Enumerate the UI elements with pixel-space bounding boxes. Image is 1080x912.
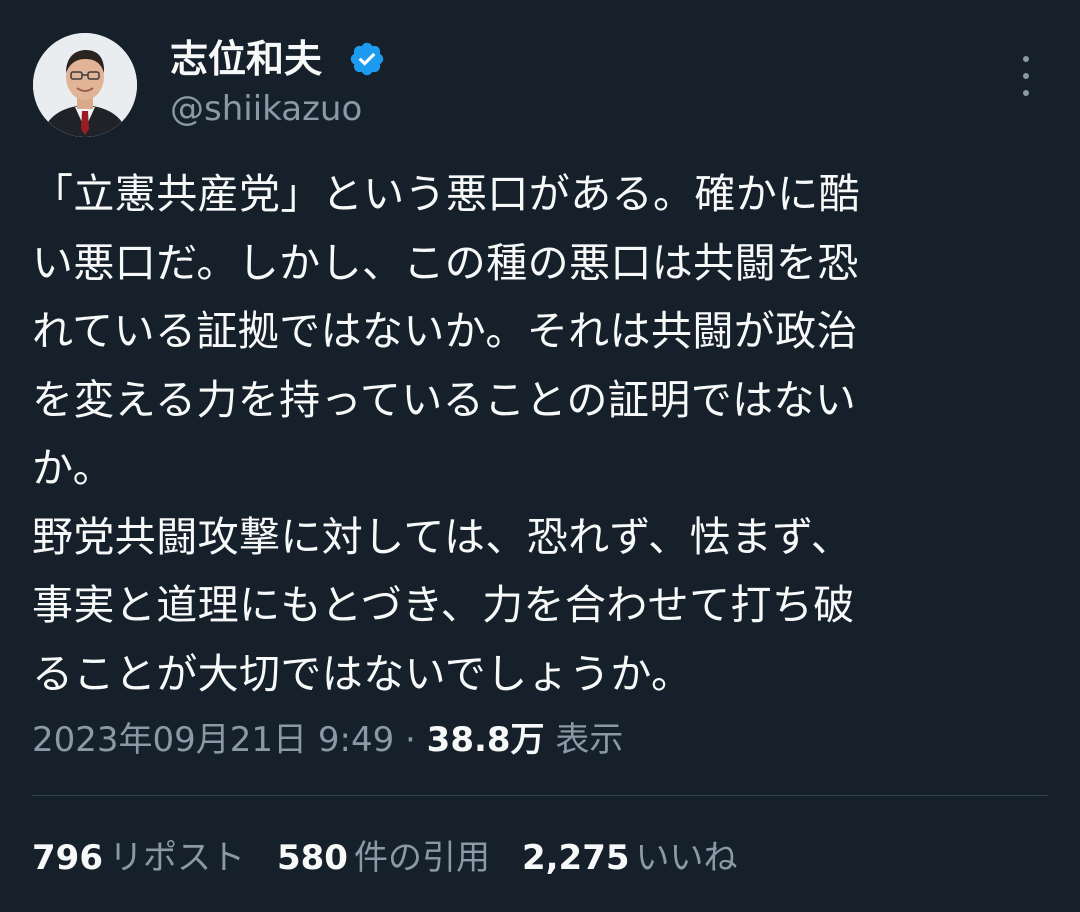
- reposts-label: リポスト: [108, 838, 245, 878]
- tweet-text-line: を変える力を持っていることの証明ではない: [32, 375, 857, 424]
- quotes-label: 件の引用: [353, 838, 490, 878]
- tweet-detail: 志位和夫 @shiikazuo 「立憲共産党」という悪口がある。確かに酷 い悪口…: [0, 0, 1080, 912]
- display-name[interactable]: 志位和夫: [170, 34, 322, 84]
- avatar[interactable]: [33, 33, 137, 137]
- more-dot: [1023, 90, 1029, 96]
- views-label: 表示: [555, 720, 624, 760]
- quotes-count: 580: [276, 838, 348, 878]
- timestamp[interactable]: 2023年09月21日 9:49: [32, 720, 394, 760]
- tweet-text-line: 事実と道理にもとづき、力を合わせて打ち破: [32, 581, 855, 629]
- tweet-meta: 2023年09月21日 9:49 · 38.8万 表示: [32, 712, 623, 768]
- reposts-stat[interactable]: 796 リポスト: [32, 830, 245, 886]
- divider: [32, 795, 1048, 796]
- more-dot: [1023, 73, 1029, 79]
- tweet-text-line: 「立憲共産党」という悪口がある。確かに酷: [32, 170, 860, 218]
- more-dot: [1023, 56, 1029, 62]
- meta-separator: ·: [394, 720, 427, 760]
- likes-label: いいね: [635, 838, 738, 878]
- tweet-text-line: い悪口だ。しかし、この種の悪口は共闘を恐: [32, 238, 859, 287]
- tweet-text: 「立憲共産党」という悪口がある。確かに酷 い悪口だ。しかし、この種の悪口は共闘を…: [32, 160, 1042, 708]
- engagement-stats: 796 リポスト 580 件の引用 2,275 いいね: [32, 830, 738, 886]
- quotes-stat[interactable]: 580 件の引用: [277, 830, 490, 886]
- tweet-text-line: 野党共闘攻撃に対しては、恐れず、怯まず、: [32, 512, 853, 561]
- views-count: 38.8万: [426, 720, 545, 760]
- verified-badge-icon: [350, 42, 384, 76]
- reposts-count: 796: [32, 838, 103, 878]
- likes-count: 2,275: [521, 838, 630, 878]
- likes-stat[interactable]: 2,275 いいね: [522, 830, 738, 886]
- tweet-text-line: か。: [32, 444, 114, 492]
- tweet-text-line: れている証拠ではないか。それは共闘が政治: [32, 307, 858, 355]
- user-handle[interactable]: @shiikazuo: [170, 86, 362, 132]
- tweet-text-line: ることが大切ではないでしょうか。: [32, 649, 693, 698]
- profile-photo-icon: [33, 33, 137, 137]
- more-options-icon[interactable]: [1012, 56, 1040, 96]
